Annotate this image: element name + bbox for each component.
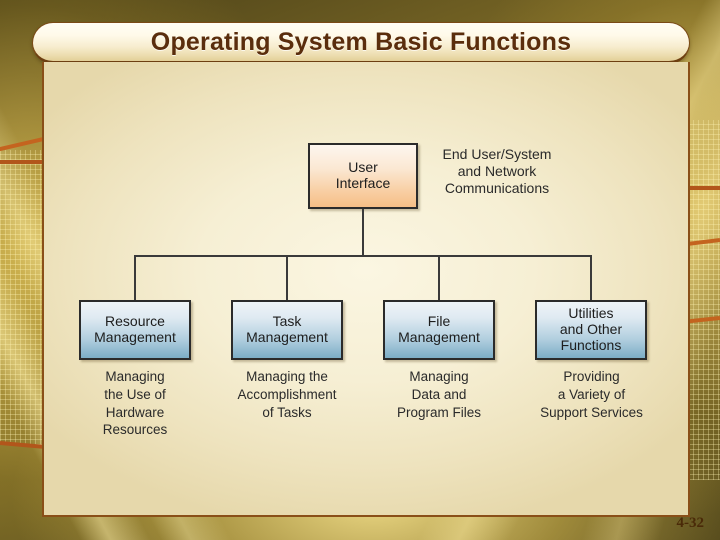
caption-file-management-line1: Managing (409, 369, 469, 384)
node-user-interface-line1: User (348, 159, 378, 176)
node-file-management-line1: File (427, 313, 451, 330)
caption-utilities-line2: a Variety of (557, 386, 626, 402)
node-utilities-line3: Functions (560, 336, 622, 353)
slide-title-bar: Operating System Basic Functions (32, 22, 690, 64)
caption-task-management: Managing the Accomplishment of Tasks (212, 368, 362, 421)
background-mesh-left (0, 150, 44, 445)
node-utilities-and-other-functions[interactable]: Utilities and Other Functions (535, 300, 647, 360)
connector-drop-2 (286, 255, 288, 300)
caption-task-management-line3: of Tasks (262, 404, 312, 420)
node-file-management-line2: Management (398, 329, 480, 345)
caption-file-management-line2: Data and (411, 386, 467, 402)
node-task-management-line1: Task (272, 313, 302, 330)
node-utilities-line2: and Other (559, 321, 623, 338)
page-title: Operating System Basic Functions (150, 27, 572, 56)
node-resource-management-line2: Management (94, 329, 176, 345)
caption-utilities-line1: Providing (563, 369, 620, 384)
caption-resource-management-line1: Managing (105, 369, 165, 384)
node-user-interface[interactable]: User Interface (308, 143, 418, 209)
caption-resource-management: Managing the Use of Hardware Resources (70, 368, 200, 439)
root-side-note-line2: and Network (457, 162, 537, 179)
node-task-management-line2: Management (246, 329, 328, 345)
node-utilities-line1: Utilities (568, 305, 614, 322)
caption-resource-management-line2: the Use of (104, 386, 166, 402)
content-panel: User Interface End User/System and Netwo… (42, 62, 690, 517)
caption-task-management-line2: Accomplishment (237, 386, 337, 402)
connector-drop-1 (134, 255, 136, 300)
caption-resource-management-line3: Hardware (105, 404, 165, 420)
connector-horizontal-bus (134, 255, 592, 257)
caption-task-management-line1: Managing the (246, 369, 328, 384)
page-number: 4-32 (676, 515, 705, 531)
caption-resource-management-line4: Resources (102, 422, 168, 438)
caption-file-management: Managing Data and Program Files (369, 368, 509, 421)
caption-file-management-line3: Program Files (396, 404, 482, 420)
root-side-note-line3: Communications (444, 179, 550, 196)
decor-rule-left-1 (0, 160, 46, 164)
slide: Operating System Basic Functions User In… (0, 0, 720, 540)
caption-utilities-line3: Support Services (540, 404, 643, 420)
node-resource-management[interactable]: Resource Management (79, 300, 191, 360)
os-functions-diagram: User Interface End User/System and Netwo… (44, 62, 688, 515)
node-task-management[interactable]: Task Management (231, 300, 343, 360)
caption-utilities: Providing a Variety of Support Services (519, 368, 664, 421)
root-side-note-line1: End User/System (442, 146, 552, 162)
connector-drop-3 (438, 255, 440, 300)
node-file-management[interactable]: File Management (383, 300, 495, 360)
root-side-note: End User/System and Network Communicatio… (422, 146, 572, 196)
connector-root-vertical (362, 209, 364, 255)
connector-drop-4 (590, 255, 592, 300)
node-resource-management-line1: Resource (105, 313, 165, 330)
node-user-interface-line2: Interface (335, 175, 391, 191)
